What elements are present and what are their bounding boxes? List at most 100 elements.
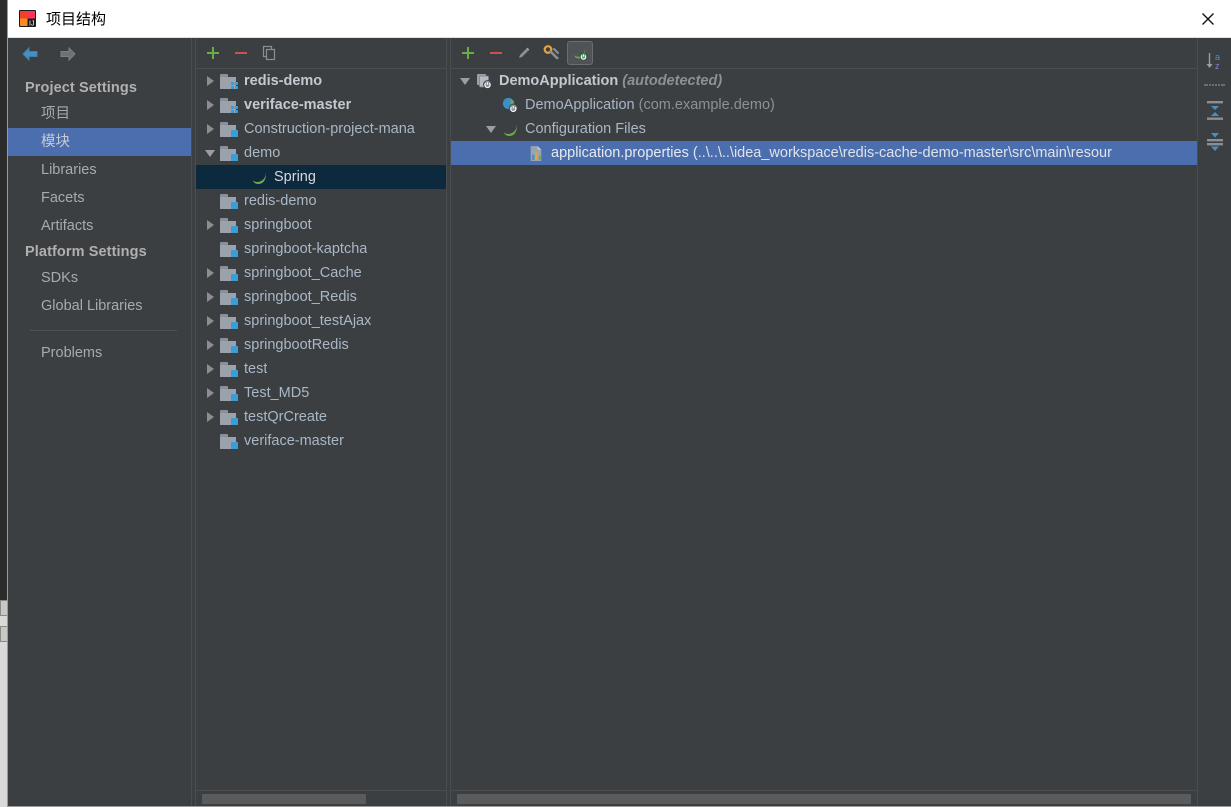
chevron-right-icon[interactable] xyxy=(201,213,219,237)
tree-row-label: springboot xyxy=(244,217,312,233)
tree-row[interactable]: springboot_Cache xyxy=(196,261,446,285)
edit-icon[interactable] xyxy=(511,41,537,65)
properties-file-icon xyxy=(526,143,546,163)
chevron-right-icon[interactable] xyxy=(201,333,219,357)
wrench-icon[interactable] xyxy=(539,41,565,65)
sidebar-item-modules[interactable]: 模块 xyxy=(8,128,191,156)
tree-row[interactable]: springboot_testAjax xyxy=(196,309,446,333)
tree-row[interactable]: redis-demo xyxy=(196,69,446,93)
tree-row-suffix: (..\..\..\idea_workspace\redis-cache-dem… xyxy=(688,145,1112,161)
chevron-right-icon[interactable] xyxy=(201,309,219,333)
forward-arrow-icon[interactable] xyxy=(56,45,78,63)
tree-row-label: testQrCreate xyxy=(244,409,327,425)
tree-row[interactable]: veriface-master xyxy=(196,93,446,117)
tree-row[interactable]: Spring xyxy=(196,165,446,189)
facet-tree[interactable]: DemoApplication (autodetected) DemoApplic… xyxy=(451,68,1197,790)
nav-group-project-settings: Project Settings xyxy=(25,80,137,96)
collapse-all-icon[interactable] xyxy=(1202,128,1228,154)
tree-row[interactable]: springboot_Redis xyxy=(196,285,446,309)
svg-text:IJ: IJ xyxy=(29,21,34,28)
module-group-folder-icon xyxy=(219,95,239,115)
chevron-right-icon[interactable] xyxy=(201,117,219,141)
tree-row-label: veriface-master xyxy=(244,433,344,449)
tree-row-label: DemoApplication (com.example.demo) xyxy=(525,97,775,113)
tree-row[interactable]: Configuration Files xyxy=(451,117,1197,141)
tree-row[interactable]: springbootRedis xyxy=(196,333,446,357)
expand-all-icon[interactable] xyxy=(1202,96,1228,122)
module-folder-icon xyxy=(219,431,239,451)
tree-row-label: DemoApplication (autodetected) xyxy=(499,73,723,89)
tree-row-suffix: (autodetected) xyxy=(618,73,723,89)
modules-hscrollbar[interactable] xyxy=(196,790,446,806)
module-folder-icon xyxy=(219,119,239,139)
module-folder-icon xyxy=(219,359,239,379)
settings-nav-list: Project Settings 项目 模块 Libraries Facets … xyxy=(8,76,191,367)
tree-row[interactable]: veriface-master xyxy=(196,429,446,453)
modules-toolbar xyxy=(196,38,446,68)
remove-facet-button[interactable] xyxy=(483,41,509,65)
chevron-right-icon[interactable] xyxy=(201,93,219,117)
tree-row-label: Configuration Files xyxy=(525,121,646,137)
module-folder-icon xyxy=(219,335,239,355)
sidebar-item-facets[interactable]: Facets xyxy=(8,184,191,212)
tree-row[interactable]: springboot-kaptcha xyxy=(196,237,446,261)
tree-row[interactable]: application.properties (..\..\..\idea_wo… xyxy=(451,141,1197,165)
tree-row[interactable]: testQrCreate xyxy=(196,405,446,429)
sidebar-item-sdks[interactable]: SDKs xyxy=(8,264,191,292)
chevron-right-icon[interactable] xyxy=(201,285,219,309)
tree-row-label: veriface-master xyxy=(244,97,352,113)
modules-tree[interactable]: redis-demo veriface-master Construction-pr… xyxy=(196,68,446,790)
chevron-right-icon[interactable] xyxy=(201,405,219,429)
add-facet-button[interactable] xyxy=(455,41,481,65)
module-folder-icon xyxy=(219,287,239,307)
rail-divider xyxy=(1203,82,1226,88)
sidebar-divider xyxy=(30,330,177,331)
nav-group-platform-settings: Platform Settings xyxy=(25,244,147,260)
close-icon[interactable] xyxy=(1185,0,1231,37)
chevron-right-icon[interactable] xyxy=(201,381,219,405)
tree-row-label: springboot_testAjax xyxy=(244,313,372,329)
spring-context-icon xyxy=(474,71,494,91)
sidebar-item-libraries[interactable]: Libraries xyxy=(8,156,191,184)
chevron-right-icon[interactable] xyxy=(201,261,219,285)
remove-module-button[interactable] xyxy=(228,41,254,65)
svg-text:z: z xyxy=(1215,61,1220,71)
sidebar-item-project[interactable]: 项目 xyxy=(8,100,191,128)
chevron-down-icon[interactable] xyxy=(482,117,500,141)
dialog-title-bar: IJ 项目结构 xyxy=(8,0,1231,38)
module-folder-icon xyxy=(219,215,239,235)
sidebar-item-global-libraries[interactable]: Global Libraries xyxy=(8,292,191,320)
add-module-button[interactable] xyxy=(200,41,226,65)
sidebar-item-problems[interactable]: Problems xyxy=(8,339,191,367)
tree-row-label: redis-demo xyxy=(244,73,323,89)
tree-row[interactable]: Test_MD5 xyxy=(196,381,446,405)
modules-hscroll-thumb[interactable] xyxy=(202,794,366,804)
tree-row-label: springboot_Cache xyxy=(244,265,362,281)
facet-hscroll-thumb[interactable] xyxy=(457,794,1191,804)
spring-facet-button[interactable] xyxy=(567,41,593,65)
facet-hscrollbar[interactable] xyxy=(451,790,1197,806)
chevron-right-icon[interactable] xyxy=(201,357,219,381)
sidebar-nav-toolbar xyxy=(8,38,191,70)
chevron-down-icon[interactable] xyxy=(201,141,219,165)
tree-row[interactable]: Construction-project-mana xyxy=(196,117,446,141)
copy-module-button[interactable] xyxy=(256,41,282,65)
tree-row[interactable]: DemoApplication (com.example.demo) xyxy=(451,93,1197,117)
spring-leaf-icon xyxy=(500,119,520,139)
chevron-down-icon[interactable] xyxy=(456,69,474,93)
tree-row[interactable]: test xyxy=(196,357,446,381)
tree-row[interactable]: demo xyxy=(196,141,446,165)
tree-row[interactable]: redis-demo xyxy=(196,189,446,213)
module-folder-icon xyxy=(219,383,239,403)
facet-detail-panel: DemoApplication (autodetected) DemoApplic… xyxy=(451,38,1197,806)
chevron-right-icon[interactable] xyxy=(201,69,219,93)
sidebar-item-artifacts[interactable]: Artifacts xyxy=(8,212,191,240)
tree-row[interactable]: DemoApplication (autodetected) xyxy=(451,69,1197,93)
tree-actions-rail: a z xyxy=(1197,38,1231,806)
back-arrow-icon[interactable] xyxy=(20,45,42,63)
tree-row[interactable]: springboot xyxy=(196,213,446,237)
sort-alphabetically-icon[interactable]: a z xyxy=(1202,48,1228,74)
